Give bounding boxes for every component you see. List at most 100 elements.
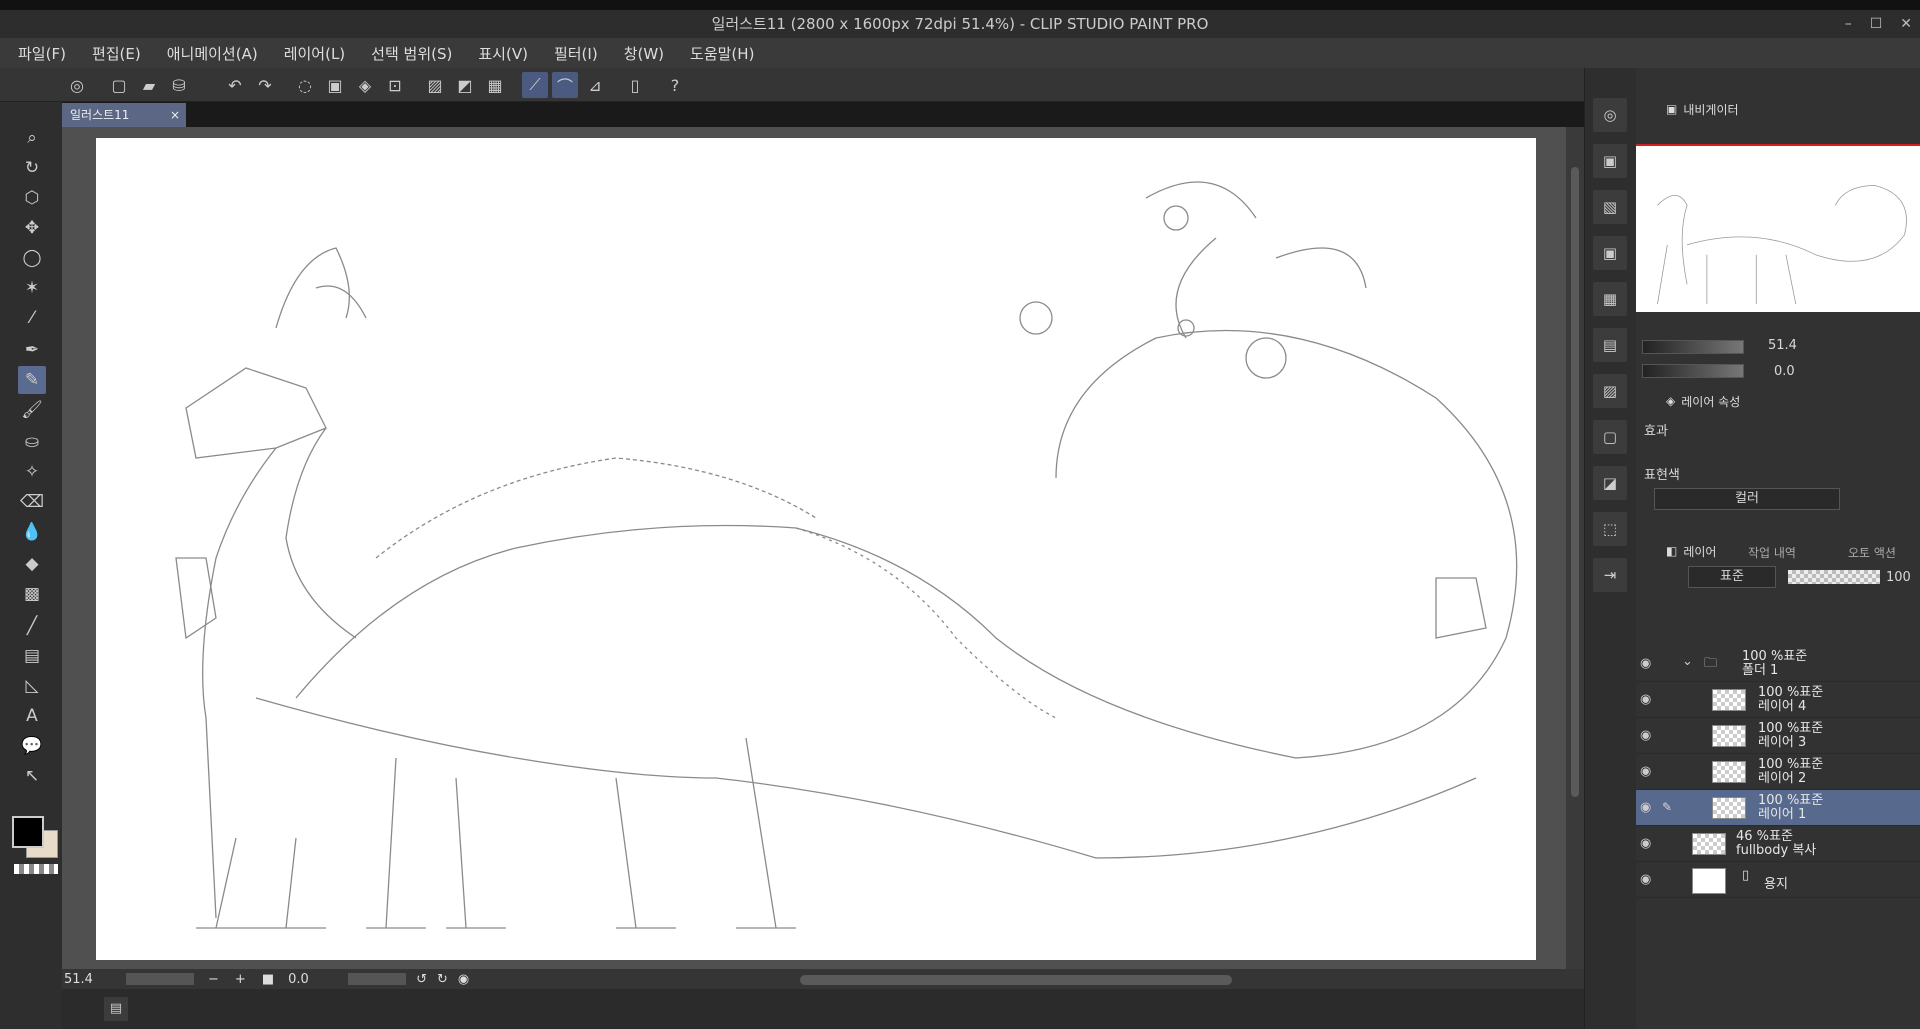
figure-icon[interactable]: ╱: [18, 612, 46, 640]
lasso-icon[interactable]: ◯: [18, 244, 46, 272]
rotate-left-icon[interactable]: ↺: [416, 972, 427, 987]
undo-icon[interactable]: ↶: [222, 72, 248, 98]
clear-icon[interactable]: ▨: [422, 72, 448, 98]
visibility-eye-icon[interactable]: ◉: [1640, 800, 1651, 815]
material-icon[interactable]: ◎: [1593, 98, 1627, 132]
zoom-in-icon[interactable]: +: [235, 972, 246, 987]
layer-row-selected[interactable]: ◉ ✎ 100 %표준 레이어 1: [1636, 790, 1920, 826]
foreground-color-swatch[interactable]: [12, 816, 44, 848]
dock-panel-icon-9[interactable]: ⬚: [1593, 512, 1627, 546]
layer-row[interactable]: ◉ 100 %표준 레이어 2: [1636, 754, 1920, 790]
auto-action-tab[interactable]: 오토 액션: [1848, 544, 1896, 561]
history-tab[interactable]: 작업 내역: [1748, 544, 1796, 561]
dock-panel-icon-4[interactable]: ▦: [1593, 282, 1627, 316]
horizontal-scroll-thumb[interactable]: [800, 975, 1232, 985]
balloon-icon[interactable]: 💬: [18, 732, 46, 760]
transform-icon[interactable]: ⊡: [382, 72, 408, 98]
vertical-scrollbar[interactable]: [1566, 127, 1584, 969]
navigator-preview[interactable]: [1636, 144, 1920, 312]
layer-row[interactable]: ◉ 100 %표준 레이어 4: [1636, 682, 1920, 718]
smartphone-icon[interactable]: ▯: [622, 72, 648, 98]
airbrush-icon[interactable]: ⛀: [18, 428, 46, 456]
menu-filter[interactable]: 필터(I): [554, 43, 598, 64]
dock-panel-icon-5[interactable]: ▤: [1593, 328, 1627, 362]
layer-row[interactable]: ◉ 100 %표준 레이어 3: [1636, 718, 1920, 754]
layer-row[interactable]: ◉ 46 %표준 fullbody 복사: [1636, 826, 1920, 862]
rotate-right-icon[interactable]: ↻: [437, 972, 448, 987]
visibility-eye-icon[interactable]: ◉: [1640, 836, 1651, 851]
zoom-value[interactable]: 51.4: [64, 972, 124, 987]
menu-help[interactable]: 도움말(H): [690, 43, 754, 64]
eyedropper-icon[interactable]: ⁄: [18, 304, 46, 332]
fill-bucket-icon[interactable]: ◆: [18, 550, 46, 578]
rotation-value[interactable]: 0.0: [288, 972, 348, 987]
dock-panel-icon-1[interactable]: ▣: [1593, 144, 1627, 178]
canvas-paper[interactable]: [96, 138, 1536, 960]
maximize-button[interactable]: ☐: [1870, 10, 1883, 38]
minimize-button[interactable]: –: [1845, 10, 1852, 38]
layer-row-folder[interactable]: ◉ ⌄ 🗀 100 %표준 폴더 1: [1636, 646, 1920, 682]
menu-selection[interactable]: 선택 범위(S): [371, 43, 452, 64]
navigator-tab[interactable]: ▣ 내비게이터: [1666, 98, 1739, 120]
open-folder-icon[interactable]: ▰: [136, 72, 162, 98]
frame-icon[interactable]: ▤: [18, 642, 46, 670]
menu-window[interactable]: 창(W): [624, 43, 664, 64]
move-icon[interactable]: ✥: [18, 214, 46, 242]
document-tab[interactable]: 일러스트11 ×: [62, 103, 186, 127]
dock-panel-icon-2[interactable]: ▧: [1593, 190, 1627, 224]
vertical-scroll-thumb[interactable]: [1571, 167, 1579, 797]
visibility-eye-icon[interactable]: ◉: [1640, 692, 1651, 707]
decoration-icon[interactable]: ✧: [18, 458, 46, 486]
close-tab-icon[interactable]: ×: [170, 103, 180, 127]
new-file-icon[interactable]: ▢: [106, 72, 132, 98]
visibility-eye-icon[interactable]: ◉: [1640, 872, 1651, 887]
layer-tab[interactable]: ◧ 레이어: [1666, 540, 1716, 562]
save-icon[interactable]: ⛁: [166, 72, 192, 98]
snap-special-ruler-icon[interactable]: ⌒: [552, 72, 578, 98]
eraser-icon[interactable]: ⌫: [18, 488, 46, 516]
menu-file[interactable]: 파일(F): [18, 43, 66, 64]
navigator-zoom-slider[interactable]: [1642, 340, 1744, 354]
layer-property-tab[interactable]: ◈ 레이어 속성: [1666, 390, 1740, 412]
dock-panel-icon-7[interactable]: ▢: [1593, 420, 1627, 454]
visibility-eye-icon[interactable]: ◉: [1640, 764, 1651, 779]
rotation-slider[interactable]: [348, 973, 407, 985]
magic-wand-icon[interactable]: ✶: [18, 274, 46, 302]
correct-line-icon[interactable]: ↖: [18, 762, 46, 790]
dock-panel-icon-6[interactable]: ▨: [1593, 374, 1627, 408]
zoom-out-icon[interactable]: −: [208, 972, 219, 987]
menu-animation[interactable]: 애니메이션(A): [167, 43, 258, 64]
text-icon[interactable]: A: [18, 702, 46, 730]
dock-panel-icon-3[interactable]: ▣: [1593, 236, 1627, 270]
navigator-rotation-slider[interactable]: [1642, 364, 1744, 378]
blend-icon[interactable]: 💧: [18, 518, 46, 546]
folder-expand-icon[interactable]: ⌄: [1682, 654, 1693, 669]
deselect-icon[interactable]: ◌: [292, 72, 318, 98]
help-icon[interactable]: ?: [662, 72, 688, 98]
timeline-icon[interactable]: ▤: [104, 997, 128, 1021]
blend-mode-select[interactable]: 표준: [1688, 566, 1776, 588]
selection-icon[interactable]: ▣: [322, 72, 348, 98]
gradient-icon[interactable]: ▩: [18, 580, 46, 608]
object-icon[interactable]: ⬡: [18, 184, 46, 212]
redo-icon[interactable]: ↷: [252, 72, 278, 98]
rotate-icon[interactable]: ↻: [18, 154, 46, 182]
fit-icon[interactable]: ■: [262, 972, 274, 987]
brush-icon[interactable]: 🖌: [18, 396, 46, 424]
clip-studio-icon[interactable]: ◎: [64, 72, 90, 98]
reset-rotation-icon[interactable]: ◉: [458, 972, 469, 987]
crop-icon[interactable]: ▦: [482, 72, 508, 98]
dock-panel-icon-8[interactable]: ◪: [1593, 466, 1627, 500]
snap-ruler-icon[interactable]: ⟋: [522, 72, 548, 98]
pen-icon[interactable]: ✒: [18, 336, 46, 364]
menu-edit[interactable]: 편집(E): [92, 43, 141, 64]
layer-row-paper[interactable]: ◉ ▯ 용지: [1636, 862, 1920, 898]
clear-outside-icon[interactable]: ◩: [452, 72, 478, 98]
transparent-color-swatch[interactable]: [14, 864, 58, 874]
close-button[interactable]: ✕: [1900, 10, 1912, 38]
zoom-slider[interactable]: [126, 973, 194, 985]
zoom-icon[interactable]: ⌕: [18, 124, 46, 152]
dock-panel-icon-10[interactable]: ⇥: [1593, 558, 1627, 592]
pencil-icon[interactable]: ✎: [18, 366, 46, 394]
snap-grid-icon[interactable]: ⊿: [582, 72, 608, 98]
